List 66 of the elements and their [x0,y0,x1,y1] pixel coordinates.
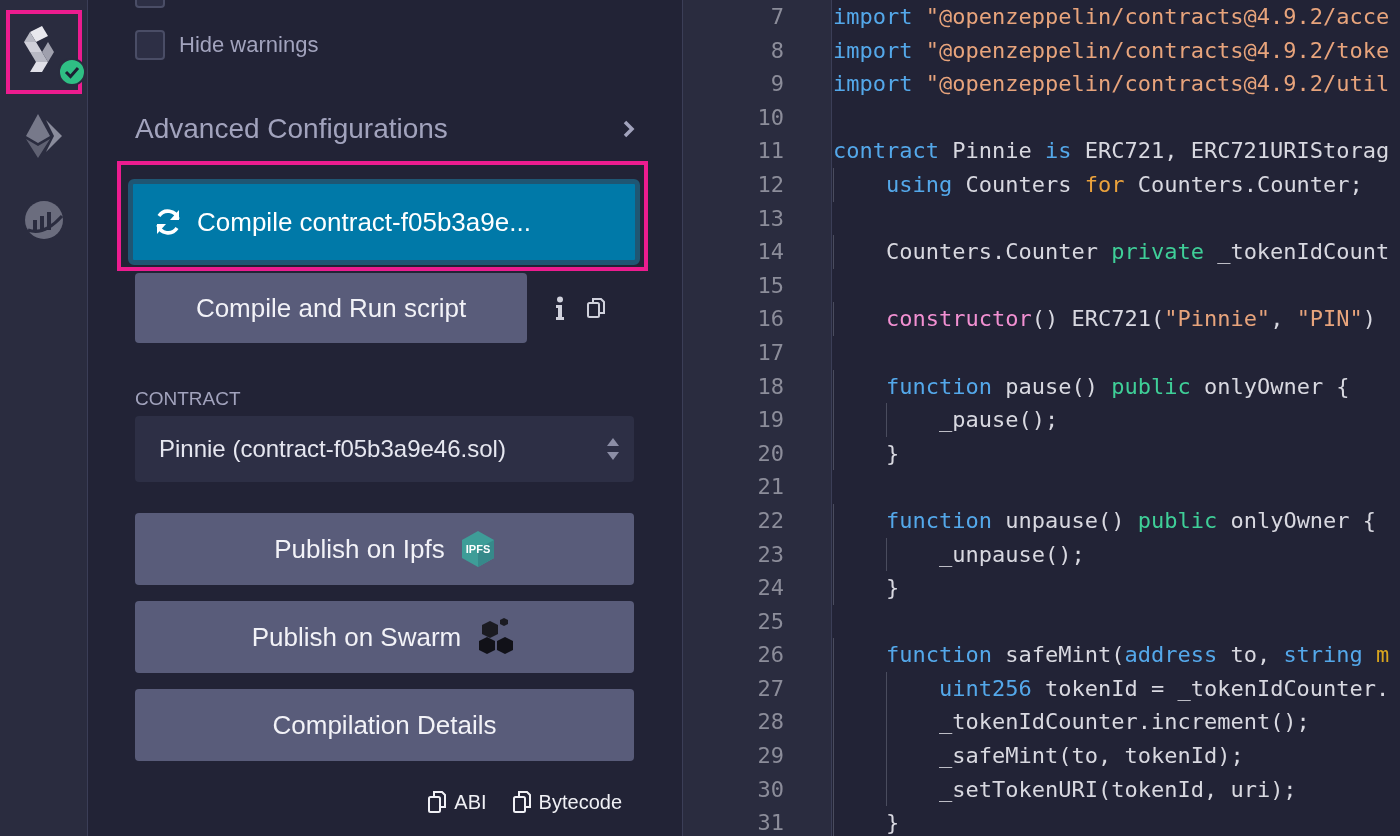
code-line: _tokenIdCounter.increment(); [939,708,1310,737]
code-line: } [886,574,900,603]
line-number: 28 [756,708,784,737]
code-line: import "@openzeppelin/contracts@4.9.2/util [833,70,1390,99]
line-number: 9 [769,70,784,99]
line-number: 18 [756,372,784,401]
code-line: function unpause() public onlyOwner { [886,506,1377,535]
code-line: import "@openzeppelin/contracts@4.9.2/toke [833,36,1390,65]
line-number: 11 [756,137,784,166]
line-number: 23 [756,540,784,569]
chevron-right-icon[interactable] [622,119,636,139]
line-number: 16 [756,305,784,334]
code-line: } [886,809,900,836]
checkbox[interactable] [135,29,165,60]
chart-circle-icon[interactable] [23,200,64,240]
code-line: function pause() public onlyOwner { [886,372,1350,401]
details-button[interactable]: Compilation Details [135,689,634,761]
contract-select[interactable]: Pinnie (contract-f05b3a9e46.sol) [135,416,634,482]
line-number: 19 [756,406,784,435]
line-number: 17 [756,338,784,367]
code-line: _safeMint(to, tokenId); [939,742,1244,771]
line-number: 29 [756,742,784,771]
copy-link[interactable]: Bytecode [512,787,622,817]
checkbox-label: Hide warnings [179,31,319,59]
code-line: constructor() ERC721("Pinnie", "PIN") [886,305,1377,334]
line-number: 24 [756,574,784,603]
code-line: Counters.Counter private _tokenIdCount [886,238,1390,267]
section-title[interactable]: Advanced Configurations [135,108,448,150]
publish-button[interactable]: Publish on Ipfs IPFS [135,513,634,585]
code-line: import "@openzeppelin/contracts@4.9.2/acce [833,3,1390,31]
sort-arrows-icon [606,437,620,461]
line-number: 12 [756,170,784,199]
code-line: using Counters for Counters.Counter; [886,170,1363,199]
code-line: contract Pinnie is ERC721, ERC721URIStorag [833,137,1390,166]
line-number: 25 [756,607,784,636]
code-line: uint256 tokenId = _tokenIdCounter. [939,674,1390,703]
code-line: _unpause(); [939,540,1085,569]
line-number: 21 [756,473,784,502]
copy-icon [512,791,531,813]
line-number: 27 [756,674,784,703]
run-script-button[interactable]: Compile and Run script [135,273,527,343]
copy-link[interactable]: ABI [428,787,487,817]
field-label: CONTRACT [135,389,242,409]
line-number: 8 [769,36,784,65]
line-number: 22 [756,506,784,535]
line-number: 10 [756,103,784,132]
line-number: 31 [756,809,784,836]
compile-button[interactable]: Compile contract-f05b3a9e... [128,179,640,265]
line-number: 26 [756,641,784,670]
line-number: 20 [756,439,784,468]
code-line: _pause(); [939,406,1059,435]
code-line: function safeMint(address to, string m [886,641,1390,670]
line-number: 14 [756,238,784,267]
info-icon[interactable] [555,296,565,320]
line-number: 30 [756,775,784,804]
refresh-icon [153,207,183,237]
copy-icon[interactable] [587,298,605,318]
code-line: } [886,439,900,468]
line-number: 7 [769,3,784,31]
hexagon-logo-icon: IPFS [460,530,495,568]
publish-button[interactable]: Publish on Swarm [135,601,634,673]
diamond-arrow-icon[interactable] [23,114,64,158]
line-number: 15 [756,271,784,300]
copy-icon [428,791,447,813]
line-number: 13 [756,204,784,233]
code-line: _setTokenURI(tokenId, uri); [939,775,1297,804]
